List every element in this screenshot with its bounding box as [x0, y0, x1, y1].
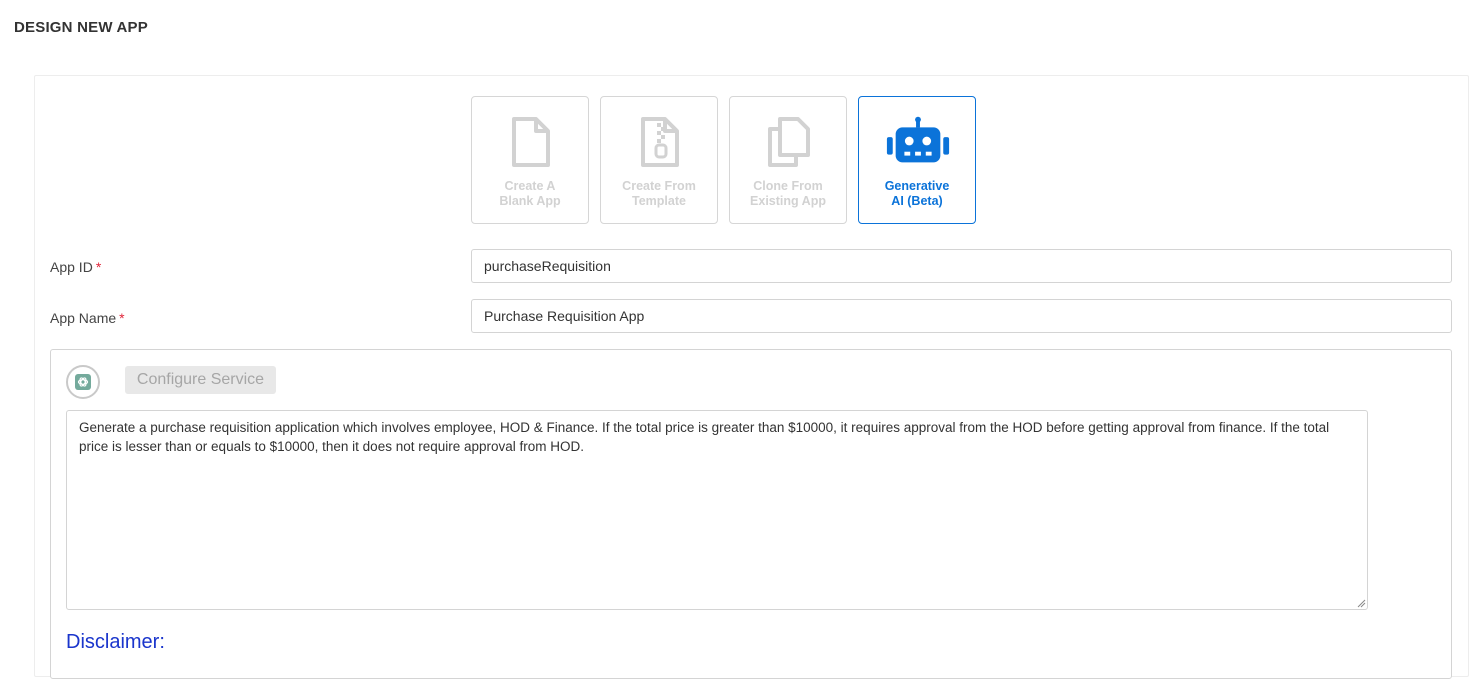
ai-prompt-textarea[interactable]: Generate a purchase requisition applicat… — [66, 410, 1368, 610]
app-name-input[interactable] — [471, 299, 1452, 333]
app-id-input[interactable] — [471, 249, 1452, 283]
blank-file-icon — [512, 117, 550, 167]
page-title: DESIGN NEW APP — [14, 19, 148, 36]
option-label: Create From Template — [622, 179, 696, 208]
zip-file-icon — [641, 117, 679, 167]
resize-grip-icon[interactable] — [1357, 599, 1366, 608]
copy-icon — [768, 117, 810, 167]
robot-icon — [886, 116, 950, 163]
configure-service-button[interactable]: Configure Service — [125, 366, 276, 394]
create-blank-app-option[interactable]: Create A Blank App — [471, 96, 589, 224]
option-label: Clone From Existing App — [750, 179, 826, 208]
required-mark: * — [119, 310, 125, 326]
create-from-template-option[interactable]: Create From Template — [600, 96, 718, 224]
option-label: Generative AI (Beta) — [884, 179, 950, 208]
option-label: Create A Blank App — [499, 179, 561, 208]
clone-existing-app-option[interactable]: Clone From Existing App — [729, 96, 847, 224]
generative-ai-option[interactable]: Generative AI (Beta) — [858, 96, 976, 224]
required-mark: * — [95, 259, 102, 275]
openai-icon — [66, 365, 100, 399]
app-name-label: App Name * — [50, 310, 125, 326]
app-id-label: App ID * — [50, 259, 102, 275]
disclaimer-title: Disclaimer: — [66, 631, 165, 653]
